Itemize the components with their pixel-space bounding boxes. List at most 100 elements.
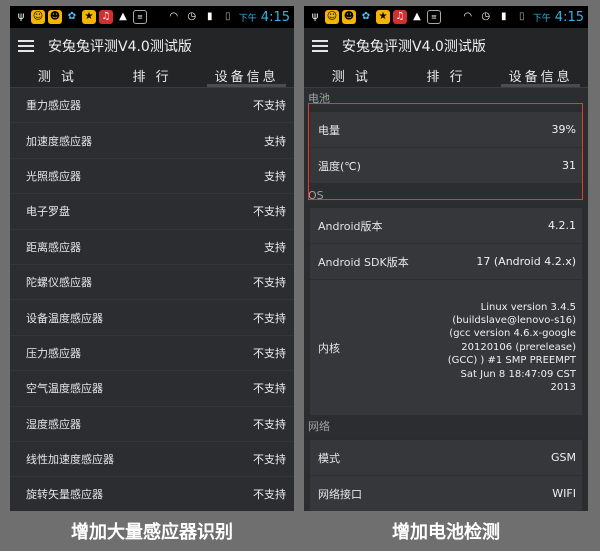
- tab-bar: 测 试 排 行 设备信息: [10, 64, 294, 88]
- wifi-icon: ◠: [463, 11, 473, 22]
- action-bar: 安兔兔评测V4.0测试版: [304, 28, 588, 64]
- network-mode-row: 模式 GSM: [310, 440, 582, 476]
- left-caption: 增加大量感应器识别: [71, 522, 233, 543]
- clock-time: 4:15: [260, 9, 290, 25]
- alarm-icon: ◷: [481, 11, 491, 22]
- status-bar: ψ ☺ ☻ ✿ ★ ♫ ▲ ≡ ◠ ◷ ▮ ▯ 下午 4:15: [304, 6, 588, 28]
- sensor-row: 设备温度感应器 不支持: [10, 300, 294, 336]
- action-bar: 安兔兔评测V4.0测试版: [10, 28, 294, 64]
- network-card: 模式 GSM 网络接口 WIFI: [310, 440, 582, 511]
- sensor-row: 电子罗盘 不支持: [10, 194, 294, 230]
- sensor-row: 距离感应器 支持: [10, 230, 294, 265]
- sensor-name: 旋转矢量感应器: [26, 488, 103, 502]
- app-notification-icon: ≡: [427, 10, 441, 24]
- os-card: Android版本 4.2.1 Android SDK版本 17 (Android …: [310, 208, 582, 416]
- sim-icon: ▮: [207, 11, 213, 22]
- battery-section-header: 电池: [304, 88, 588, 108]
- sensor-support: 支持: [264, 240, 286, 254]
- sensor-name: 电子罗盘: [26, 205, 70, 219]
- tab-ranking[interactable]: 排 行: [105, 64, 200, 87]
- right-phone-screen: ψ ☺ ☻ ✿ ★ ♫ ▲ ≡ ◠ ◷ ▮ ▯ 下午 4:15 安兔兔评测V4.…: [304, 6, 588, 511]
- battery-icon: ▯: [519, 11, 525, 22]
- sensor-name: 距离感应器: [26, 240, 81, 254]
- app-title: 安兔兔评测V4.0测试版: [342, 39, 486, 55]
- battery-icon: ▯: [225, 11, 231, 22]
- clock-ampm: 下午: [532, 13, 551, 24]
- sim-icon: ▮: [501, 11, 507, 22]
- sensor-support: 支持: [264, 134, 286, 148]
- tab-test[interactable]: 测 试: [304, 64, 399, 87]
- sensor-row: 湿度感应器 不支持: [10, 407, 294, 442]
- row-label: 模式: [318, 451, 340, 465]
- usb-icon: ψ: [17, 11, 25, 22]
- app-notification-icon: ♫: [99, 10, 113, 24]
- app-notification-icon: ★: [82, 10, 96, 24]
- row-label: 电量: [318, 123, 340, 137]
- sensor-name: 线性加速度感应器: [26, 453, 114, 467]
- tab-test[interactable]: 测 试: [10, 64, 105, 87]
- sensor-support: 不支持: [253, 417, 286, 431]
- row-value: 39%: [551, 123, 576, 136]
- network-interface-row: 网络接口 WIFI: [310, 476, 582, 511]
- menu-icon[interactable]: [18, 40, 34, 52]
- sensor-name: 加速度感应器: [26, 134, 92, 148]
- clock-ampm: 下午: [238, 13, 257, 24]
- tab-device-info[interactable]: 设备信息: [199, 64, 294, 87]
- row-label: Android SDK版本: [318, 255, 409, 269]
- sensor-support: 不支持: [253, 382, 286, 396]
- sensor-row: 空气温度感应器 不支持: [10, 371, 294, 407]
- row-value: 31: [562, 159, 576, 172]
- sensor-name: 陀螺仪感应器: [26, 276, 92, 290]
- sensor-support: 不支持: [253, 346, 286, 360]
- app-notification-icon: ☻: [48, 10, 62, 24]
- row-value: 4.2.1: [548, 219, 576, 232]
- sensor-support: 不支持: [253, 488, 286, 502]
- warning-icon: ▲: [119, 11, 127, 22]
- app-notification-icon: ♫: [393, 10, 407, 24]
- android-version-row: Android版本 4.2.1: [310, 208, 582, 244]
- sensor-name: 湿度感应器: [26, 417, 81, 431]
- warning-icon: ▲: [413, 11, 421, 22]
- status-bar: ψ ☺ ☻ ✿ ★ ♫ ▲ ≡ ◠ ◷ ▮ ▯ 下午 4:15: [10, 6, 294, 28]
- sensor-row: 重力感应器 不支持: [10, 88, 294, 124]
- tab-ranking[interactable]: 排 行: [399, 64, 494, 87]
- row-value: GSM: [551, 451, 576, 464]
- sensor-row: 旋转矢量感应器 不支持: [10, 477, 294, 511]
- sensor-support: 不支持: [253, 311, 286, 325]
- sensor-row: 光照感应器 支持: [10, 159, 294, 195]
- os-section-header: OS: [304, 184, 588, 204]
- app-notification-icon: ☺: [325, 10, 339, 24]
- sensor-support: 支持: [264, 169, 286, 183]
- battery-level-row: 电量 39%: [310, 112, 582, 148]
- tab-bar: 测 试 排 行 设备信息: [304, 64, 588, 88]
- usb-icon: ψ: [311, 11, 319, 22]
- row-label: 内核: [318, 341, 340, 355]
- wifi-icon: ◠: [169, 11, 179, 22]
- tab-device-info[interactable]: 设备信息: [493, 64, 588, 87]
- battery-card: 电量 39% 温度(℃) 31: [310, 112, 582, 184]
- menu-icon[interactable]: [312, 40, 328, 52]
- sensor-name: 空气温度感应器: [26, 382, 103, 396]
- sensor-name: 设备温度感应器: [26, 311, 103, 325]
- app-notification-icon: ★: [376, 10, 390, 24]
- sensor-support: 不支持: [253, 276, 286, 290]
- row-label: 温度(℃): [318, 159, 361, 173]
- sensor-support: 不支持: [253, 453, 286, 467]
- app-notification-icon: ☺: [31, 10, 45, 24]
- clock-time: 4:15: [554, 9, 584, 25]
- row-value: WIFI: [552, 487, 576, 500]
- alarm-icon: ◷: [187, 11, 197, 22]
- sensor-row: 线性加速度感应器 不支持: [10, 442, 294, 478]
- row-value: 17 (Android 4.2.x): [476, 255, 576, 268]
- right-caption: 增加电池检测: [392, 522, 500, 543]
- battery-temp-row: 温度(℃) 31: [310, 148, 582, 184]
- sensor-name: 重力感应器: [26, 99, 81, 113]
- kernel-row: 内核 Linux version 3.4.5 (buildslave@lenovo…: [310, 280, 582, 416]
- sensor-list: 重力感应器 不支持 加速度感应器 支持 光照感应器 支持 电子罗盘 不支持 距离感应器支…: [10, 88, 294, 511]
- sensor-name: 光照感应器: [26, 169, 81, 183]
- sensor-row: 陀螺仪感应器 不支持: [10, 265, 294, 301]
- app-title: 安兔兔评测V4.0测试版: [48, 39, 192, 55]
- sensor-row: 压力感应器 不支持: [10, 336, 294, 372]
- row-value: Linux version 3.4.5 (buildslave@lenovo-s…: [447, 301, 576, 394]
- butterfly-icon: ✿: [67, 11, 77, 22]
